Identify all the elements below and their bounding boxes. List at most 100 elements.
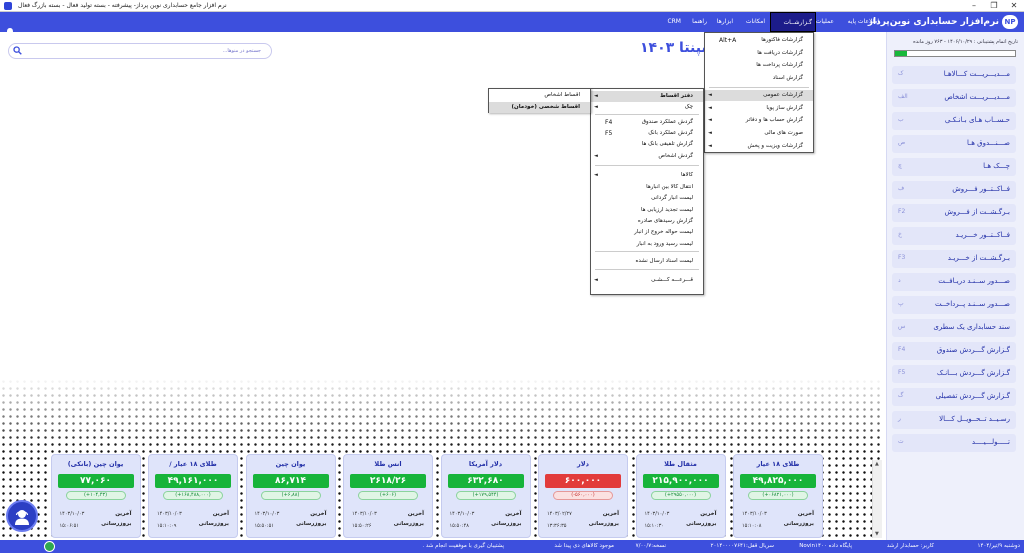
price-card-update-time: ۱۵:۵۰:۵۱ (254, 523, 274, 529)
price-card[interactable]: طلای ۱۸ عیار / ۴۹,۱۶۱,۰۰۰ (+۱۶۸,۴۸۸,۰۰۰) آخ… (148, 454, 238, 538)
general-menu-item[interactable]: دفتر اقساط ◄ (591, 91, 703, 102)
sidebar-item-shortcut: ب (898, 116, 904, 123)
general-menu-item[interactable]: گزارش تلفیقی بانک ها (591, 139, 703, 150)
chevron-left-icon: ◄ (708, 117, 712, 124)
sidebar-item[interactable]: گـزارش گـــردش بـــانـک F5 (892, 365, 1016, 383)
sidebar-item[interactable]: چـــک هـا چ (892, 158, 1016, 176)
sidebar-item[interactable]: بـرگـشــت از فـــروش F2 (892, 204, 1016, 222)
license-expiry-text: تاریخ اتمام پشتیبانی : ۱۴۰۶/۱۰/۲۹ - ۷۶۳ … (913, 39, 1018, 45)
bell-icon[interactable] (5, 27, 15, 39)
sidebar-item[interactable]: صـــدور ســنـد پــرداخــت پ (892, 296, 1016, 314)
sidebar-item[interactable]: حـســاب هـای بـانـکـی ب (892, 112, 1016, 130)
price-card-update-time: ۱۵:۱۰:۰۸ (742, 523, 762, 529)
sidebar-item[interactable]: فــاکــتــور فـــروش ف (892, 181, 1016, 199)
price-card-last-label: آخرین (700, 511, 717, 517)
sidebar-item-label: چـــک هـا (983, 162, 1010, 170)
sidebar-item-label: بـرگـشــت از فـــروش (944, 208, 1010, 216)
reports-menu-item[interactable]: گزارشات عمومی ◄ (705, 89, 813, 101)
scroll-up-icon[interactable]: ▲ (875, 461, 879, 467)
general-menu-item[interactable]: لیست تجدید ارزیابی ها (591, 205, 703, 216)
menu-reports[interactable]: گـزارشــات (770, 12, 816, 32)
price-card-last-date: ۱۴۰۳/۰۲/۲۷ (547, 511, 572, 517)
price-card[interactable]: دلار آمریکا ۶۳۲,۶۸۰ (+۱۷۹,۵۴۴) آخرین ۱۴۰۳/۱۰… (440, 454, 531, 538)
reports-menu-item[interactable]: گزارش حساب ها و دفاتر ◄ (705, 115, 813, 126)
reports-menu-item[interactable]: گزارشات پرداخت ها (705, 60, 813, 71)
general-menu-item[interactable]: گزارش رسیدهای صادره (591, 216, 703, 227)
price-card-last-label: آخرین (310, 511, 327, 517)
sidebar-item[interactable]: مـــدیـــریـــت کـــالاهـا ک (892, 66, 1016, 84)
sidebar-item[interactable]: بـرگـشــت از خـــریـد F3 (892, 250, 1016, 268)
general-menu-item[interactable]: انتقال کالا بین انبارها (591, 182, 703, 193)
sidebar-item[interactable]: مـــدیـــریـــت اشخاص الف (892, 89, 1016, 107)
sidebar-item[interactable]: گـزارش گـــردش تفصیلی گ (892, 388, 1016, 406)
general-menu-item[interactable]: گردش عملکرد بانک F5 (591, 128, 703, 139)
sidebar-item[interactable]: فــاکــتــور خـــریـد خ (892, 227, 1016, 245)
minimize-button[interactable]: – (964, 0, 984, 12)
price-card[interactable]: یوان چین (بانکی) ۷۷,۰۶۰ (+۱۰۴,۴۳) آخرین ۱۴۰۳… (50, 454, 141, 538)
maximize-button[interactable]: ❐ (984, 0, 1004, 12)
sidebar-item-shortcut: ص (898, 139, 906, 146)
menu-search-input[interactable]: جستجو در منوها... (8, 43, 272, 59)
price-card-change: (-۵۶۰,۰۰۰) (553, 491, 613, 500)
price-card[interactable]: طلای ۱۸ عیار ۴۹,۸۲۵,۰۰۰ (+۰۶۸۲۱,۰۰۰) آخرین ۱… (733, 454, 823, 538)
sidebar-item[interactable]: رسـیــد تــحــویــل کـــالا ر (892, 411, 1016, 429)
reports-menu-item[interactable]: گزارشات ویزیت و پخش ◄ (705, 141, 813, 152)
license-progress-bar (894, 50, 1016, 57)
scroll-down-icon[interactable]: ▼ (875, 531, 879, 537)
reports-dropdown: گزارشات فاکتورها Alt+A گزارشات دریافت ها گز… (704, 32, 814, 153)
reports-menu-item-label: گزارش حساب ها و دفاتر (745, 117, 803, 124)
sidebar-item-shortcut: چ (898, 162, 902, 169)
reports-menu-item[interactable]: صورت های مالی ◄ (705, 128, 813, 139)
general-menu-item[interactable]: کالاها ◄ (591, 170, 703, 181)
sidebar-item-label: سند حسابداری یک سطری (933, 323, 1010, 331)
reports-menu-item[interactable]: گزارشات دریافت ها (705, 48, 813, 59)
general-menu-item[interactable]: قـــرعـــه کـــشـی ◄ (591, 275, 703, 286)
reports-menu-item[interactable]: گزارشات فاکتورها Alt+A (705, 35, 813, 46)
price-card-value: ۲۱۵,۹۰۰,۰۰۰ (642, 474, 719, 488)
price-card[interactable]: یوان چین ۸۶,۷۱۴ (+۶,۸۸) آخرین ۱۴۰۳/۱۰/۰۳ بروز… (245, 454, 336, 538)
globe-icon[interactable] (44, 541, 55, 552)
support-button[interactable] (6, 500, 38, 532)
status-bar: دوشنبه ۹/تیر/۱۴۰۴ کاربر: حسابدار ارشد پا… (0, 540, 1024, 553)
price-card-update-label: بروزرسانی (296, 521, 327, 527)
cards-scrollbar[interactable]: ▲ ▼ (872, 460, 882, 538)
menu-operations[interactable]: عملیات (813, 12, 837, 32)
price-card-last-date: ۱۴۰۳/۱۰/۰۳ (644, 511, 670, 517)
status-version: نسخه:۷/۰۰/۷ (635, 543, 666, 549)
general-menu-item[interactable]: لیست حواله خروج از انبار (591, 227, 703, 238)
sidebar-item[interactable]: تـــــولـــیــــد ت (892, 434, 1016, 452)
status-date: دوشنبه ۹/تیر/۱۴۰۴ (977, 543, 1020, 549)
price-card-change: (+۱۶۸,۴۸۸,۰۰۰) (163, 491, 223, 500)
menu-features[interactable]: امکانات (743, 12, 768, 32)
general-menu-item[interactable]: لیست رسید ورود به انبار (591, 239, 703, 250)
sidebar-item[interactable]: گـزارش گـــردش صندوق F4 (892, 342, 1016, 360)
price-card[interactable]: مثقال طلا ۲۱۵,۹۰۰,۰۰۰ (+۲۹۵۵۰,۰۰۰) آخرین ۱۴۰… (635, 454, 726, 538)
general-menu-item[interactable]: لیست انبار گردانی (591, 193, 703, 204)
price-card[interactable]: انس طلا ۲۶۱۸/۲۶ (+۶۰۶) آخرین ۱۴۰۳/۱۰/۰۳ بروزر… (343, 454, 433, 538)
menu-crm[interactable]: CRM (664, 12, 684, 32)
sidebar-item-shortcut: پ (898, 300, 904, 307)
reports-menu-item[interactable]: گزارش ساز پویا ◄ (705, 103, 813, 114)
price-card-value: ۶۳۲,۶۸۰ (447, 474, 524, 488)
reports-menu-item[interactable]: گزارش اسناد (705, 73, 813, 84)
sidebar-item-label: فــاکــتــور خـــریـد (955, 231, 1010, 239)
general-menu-item[interactable]: لیست اسناد ارسال نشده (591, 256, 703, 267)
close-button[interactable]: ✕ (1004, 0, 1024, 12)
sidebar-item[interactable]: صـــدور ســنـد دریـافــت د (892, 273, 1016, 291)
general-menu-item[interactable]: گردش اشخاص ◄ (591, 151, 703, 162)
installments-menu-item[interactable]: اقساط اشخاص (489, 90, 590, 101)
sidebar-item-shortcut: F4 (898, 346, 906, 353)
sidebar-item[interactable]: سند حسابداری یک سطری س (892, 319, 1016, 337)
general-menu-item-label: لیست اسناد ارسال نشده (635, 258, 693, 264)
general-menu-item[interactable]: چک ◄ (591, 102, 703, 113)
sidebar-item-shortcut: F3 (898, 254, 906, 261)
sidebar-item[interactable]: صـــنـــدوق هـا ص (892, 135, 1016, 153)
installments-menu-item[interactable]: اقساط شخصی (خودمان) (489, 101, 590, 113)
menu-tools[interactable]: ابزارها (714, 12, 736, 32)
price-card-last-label: آخرین (212, 511, 229, 517)
general-menu-item[interactable]: گردش عملکرد صندوق F4 (591, 117, 703, 128)
price-card[interactable]: دلار ۶۰۰,۰۰۰ (-۵۶۰,۰۰۰) آخرین ۱۴۰۳/۰۲/۲۷ بروز… (538, 454, 628, 538)
price-card-change: (+۱۷۹,۵۴۴) (455, 491, 516, 500)
menu-base-info[interactable]: اطلاعات پایه (845, 12, 882, 32)
menu-help[interactable]: راهنما (689, 12, 710, 32)
